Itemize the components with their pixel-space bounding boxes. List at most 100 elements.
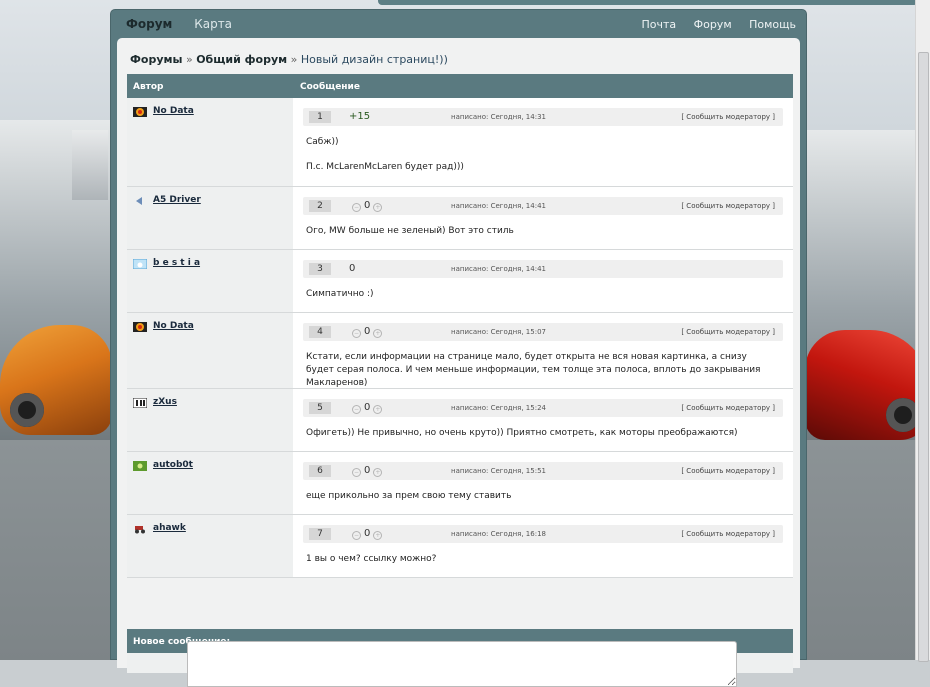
report-to-moderator-link[interactable]: [ Сообщить модератору ] <box>681 202 775 210</box>
post-timestamp: написано: Сегодня, 14:31 <box>451 113 546 121</box>
post-row: autob0t 6 −0 + написано: Сегодня, 15:51 [ Соо… <box>127 452 793 515</box>
new-message-textarea[interactable] <box>187 641 737 687</box>
rating-minus-icon[interactable]: − <box>352 329 361 338</box>
report-to-moderator-link[interactable]: [ Сообщить модератору ] <box>681 467 775 475</box>
report-to-moderator-link[interactable]: [ Сообщить модератору ] <box>681 404 775 412</box>
post-meta-bar: 4 −0 + написано: Сегодня, 15:07 [ Сообщить м… <box>303 323 783 341</box>
post-number-link[interactable]: 1 <box>309 111 331 123</box>
post-text: Ого, MW больше не зеленый) Вот это стиль <box>306 225 776 250</box>
post-author-link[interactable]: autob0t <box>153 460 193 470</box>
vertical-scrollbar[interactable] <box>915 0 930 662</box>
post-rating: −0 + <box>349 402 385 414</box>
post-text-line: Ого, MW больше не зеленый) Вот это стиль <box>306 226 514 236</box>
post-text-line: еще прикольно за прем свою тему ставить <box>306 491 512 501</box>
post-rating-value: 0 <box>349 263 356 274</box>
nav-map-tab[interactable]: Карта <box>194 17 232 31</box>
post-author-cell: A5 Driver <box>127 187 293 249</box>
post-author-link[interactable]: ahawk <box>153 523 186 533</box>
tractor-avatar-icon <box>133 524 147 534</box>
content-panel: Форумы » Общий форум » Новый дизайн стра… <box>117 38 800 687</box>
top-navigation: Форум Карта Почта Форум Помощь <box>111 10 806 38</box>
background-orange-car <box>0 325 112 435</box>
post-number-link[interactable]: 7 <box>309 528 331 540</box>
post-rating-value: 0 <box>364 528 371 539</box>
scrollbar-thumb[interactable] <box>918 52 929 662</box>
breadcrumb: Форумы » Общий форум » Новый дизайн стра… <box>130 53 448 66</box>
post-row: zXus 5 −0 + написано: Сегодня, 15:24 [ Сообщи… <box>127 389 793 452</box>
post-timestamp: написано: Сегодня, 15:07 <box>451 328 546 336</box>
post-row: No Data 4 −0 + написано: Сегодня, 15:07 [ Соо… <box>127 313 793 389</box>
nav-forum-tab[interactable]: Форум <box>126 17 172 31</box>
post-number-link[interactable]: 5 <box>309 402 331 414</box>
post-rating-value: 0 <box>364 465 371 476</box>
flame-avatar-icon <box>133 107 147 117</box>
post-rating: +15 <box>349 111 370 122</box>
post-timestamp: написано: Сегодня, 15:24 <box>451 404 546 412</box>
column-header-author: Автор <box>133 82 164 92</box>
post-message-cell: 5 −0 + написано: Сегодня, 15:24 [ Сообщить м… <box>293 389 793 451</box>
post-author-cell: autob0t <box>127 452 293 514</box>
post-meta-bar: 7 −0 + написано: Сегодня, 16:18 [ Сообщить м… <box>303 525 783 543</box>
bars-avatar-icon <box>132 397 148 409</box>
breadcrumb-separator: » <box>290 53 298 66</box>
breadcrumb-general-link[interactable]: Общий форум <box>196 53 287 66</box>
post-message-cell: 1 +15 написано: Сегодня, 14:31 [ Сообщить м… <box>293 98 793 186</box>
post-author-cell: ahawk <box>127 515 293 577</box>
background-red-car <box>805 330 930 440</box>
cloud-avatar-icon <box>132 258 148 270</box>
post-row: ahawk 7 −0 + написано: Сегодня, 16:18 [ Сообщ… <box>127 515 793 578</box>
post-rating: −0 + <box>349 528 385 540</box>
post-meta-bar: 5 −0 + написано: Сегодня, 15:24 [ Сообщить м… <box>303 399 783 417</box>
post-text-line: Сабж)) <box>306 137 339 147</box>
post-number-link[interactable]: 6 <box>309 465 331 477</box>
rating-plus-icon[interactable]: + <box>373 329 383 338</box>
rating-plus-icon[interactable]: + <box>373 405 383 414</box>
rating-minus-icon[interactable]: − <box>352 468 361 477</box>
report-to-moderator-link[interactable]: [ Сообщить модератору ] <box>681 328 775 336</box>
rating-plus-icon[interactable]: + <box>373 203 383 212</box>
rating-plus-icon[interactable]: + <box>373 531 383 540</box>
post-author-link[interactable]: No Data <box>153 321 194 331</box>
post-number-link[interactable]: 2 <box>309 200 331 212</box>
post-rating: 0 <box>349 263 355 274</box>
post-author-link[interactable]: b e s t i a <box>153 258 200 268</box>
post-author-cell: No Data <box>127 98 293 186</box>
rating-plus-icon[interactable]: + <box>373 468 383 477</box>
post-message-cell: 2 −0 + написано: Сегодня, 14:41 [ Сообщить м… <box>293 187 793 249</box>
post-timestamp: написано: Сегодня, 14:41 <box>451 202 546 210</box>
post-author-link[interactable]: zXus <box>153 397 177 407</box>
rating-minus-icon[interactable]: − <box>352 405 361 414</box>
breadcrumb-forums-link[interactable]: Форумы <box>130 53 182 66</box>
report-to-moderator-link[interactable]: [ Сообщить модератору ] <box>681 530 775 538</box>
post-number-link[interactable]: 3 <box>309 263 331 275</box>
green-avatar-icon <box>133 461 147 471</box>
rating-minus-icon[interactable]: − <box>352 203 361 212</box>
post-number-link[interactable]: 4 <box>309 326 331 338</box>
post-meta-bar: 6 −0 + написано: Сегодня, 15:51 [ Сообщить м… <box>303 462 783 480</box>
post-author-link[interactable]: A5 Driver <box>153 195 201 205</box>
post-rating: −0 + <box>349 326 385 338</box>
nav-forum-link[interactable]: Форум <box>694 18 732 31</box>
post-text-line: 1 вы о чем? ссылку можно? <box>306 554 437 564</box>
post-row: A5 Driver 2 −0 + написано: Сегодня, 14:41 [ С… <box>127 187 793 250</box>
post-rating-value: +15 <box>349 111 371 122</box>
post-text: Сабж)) П.с. McLarenMcLaren будет рад))) <box>306 136 776 186</box>
post-text-line: П.с. McLarenMcLaren будет рад))) <box>306 162 464 172</box>
post-timestamp: написано: Сегодня, 16:18 <box>451 530 546 538</box>
top-strip <box>378 0 918 5</box>
nav-mail-link[interactable]: Почта <box>641 18 676 31</box>
posts-table-header: Автор Сообщение <box>127 74 793 98</box>
column-header-message: Сообщение <box>300 82 360 92</box>
post-text-line: Офигеть)) Не привычно, но очень круто)) … <box>306 428 738 438</box>
breadcrumb-topic-link[interactable]: Новый дизайн страниц!)) <box>301 53 448 66</box>
post-row: b e s t i a 3 0 написано: Сегодня, 14:41 Сим… <box>127 250 793 313</box>
post-text: Симпатично :) <box>306 288 776 313</box>
rating-minus-icon[interactable]: − <box>352 531 361 540</box>
post-author-cell: No Data <box>127 313 293 388</box>
post-author-link[interactable]: No Data <box>153 106 194 116</box>
post-message-cell: 3 0 написано: Сегодня, 14:41 Симпатично :) <box>293 250 793 312</box>
post-row: No Data 1 +15 написано: Сегодня, 14:31 [ Соо… <box>127 98 793 187</box>
post-timestamp: написано: Сегодня, 14:41 <box>451 265 546 273</box>
nav-help-link[interactable]: Помощь <box>749 18 796 31</box>
report-to-moderator-link[interactable]: [ Сообщить модератору ] <box>681 113 775 121</box>
